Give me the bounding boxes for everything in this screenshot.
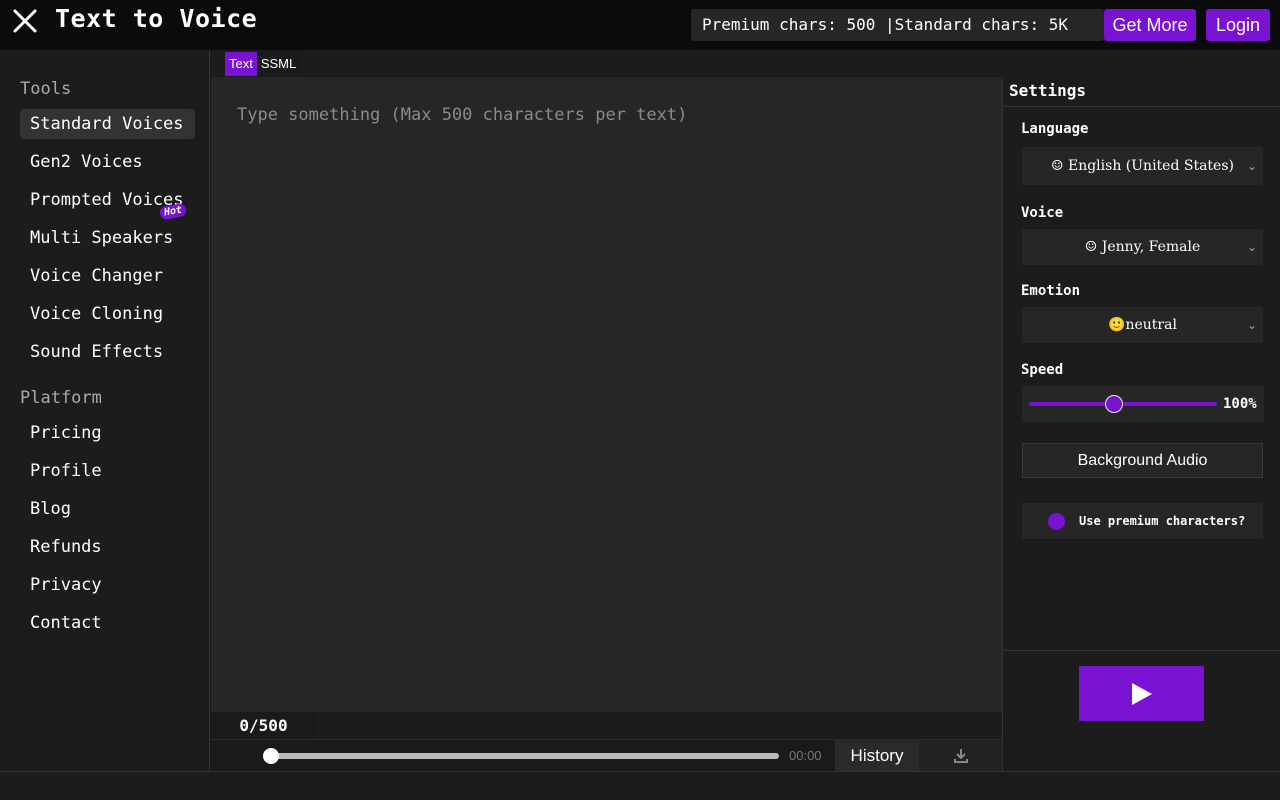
sidebar: Tools Standard Voices Gen2 Voices Prompt…: [0, 50, 210, 771]
premium-toggle-row: Use premium characters?: [1022, 503, 1263, 539]
history-button[interactable]: History: [835, 740, 919, 772]
chevron-down-icon: ⌄: [1246, 318, 1257, 332]
language-label: Language: [1021, 121, 1089, 137]
speed-slider-track[interactable]: [1029, 402, 1217, 406]
close-icon[interactable]: [12, 8, 38, 34]
speed-label: Speed: [1021, 362, 1064, 378]
premium-label: Use premium characters?: [1079, 514, 1246, 528]
platform-section-title: Platform: [20, 388, 102, 408]
settings-panel: Settings Language ☺ English (United Stat…: [1002, 77, 1280, 771]
sidebar-item-contact[interactable]: Contact: [20, 608, 102, 638]
sidebar-item-standard-voices[interactable]: Standard Voices: [20, 109, 195, 139]
voice-label: Voice: [1021, 205, 1064, 221]
sidebar-item-privacy[interactable]: Privacy: [20, 570, 102, 600]
settings-footer: [1003, 650, 1280, 771]
playback-progress-knob[interactable]: [263, 748, 279, 764]
emotion-label: Emotion: [1021, 283, 1081, 299]
header: Text to Voice Premium chars: 500 |Standa…: [0, 0, 1280, 50]
app-title: Text to Voice: [55, 4, 258, 33]
download-icon: [954, 749, 968, 763]
voice-value: ☺ Jenny, Female: [1084, 239, 1201, 255]
chevron-down-icon: ⌄: [1246, 159, 1257, 173]
emotion-value: 🙂neutral: [1108, 317, 1177, 333]
sidebar-item-multi-speakers[interactable]: Multi Speakers: [20, 223, 173, 253]
speed-value: 100%: [1223, 396, 1257, 412]
footer: [0, 771, 1280, 800]
text-input[interactable]: [211, 77, 1002, 712]
language-value: ☺ English (United States): [1050, 158, 1234, 174]
emotion-select[interactable]: 🙂neutral ⌄: [1022, 307, 1263, 343]
sidebar-item-pricing[interactable]: Pricing: [20, 418, 102, 448]
play-button[interactable]: [1079, 666, 1204, 721]
chars-info: Premium chars: 500 |Standard chars: 5K: [691, 9, 1104, 41]
chevron-down-icon: ⌄: [1246, 240, 1257, 254]
login-button[interactable]: Login: [1206, 9, 1270, 41]
tab-ssml[interactable]: SSML: [256, 52, 301, 76]
settings-title: Settings: [1003, 77, 1280, 107]
tab-text[interactable]: Text: [225, 52, 257, 76]
playback-progress-track[interactable]: [271, 753, 779, 759]
play-icon: [1132, 683, 1152, 705]
background-audio-button[interactable]: Background Audio: [1022, 443, 1263, 478]
sidebar-item-sound-effects[interactable]: Sound Effects: [20, 337, 163, 367]
voice-select[interactable]: ☺ Jenny, Female ⌄: [1022, 229, 1263, 265]
speed-control: 100%: [1022, 386, 1264, 422]
editor-area: Text SSML 0/500 00:00 History: [211, 50, 1002, 772]
language-select[interactable]: ☺ English (United States) ⌄: [1022, 147, 1263, 185]
get-more-button[interactable]: Get More: [1104, 9, 1196, 41]
playback-time: 00:00: [789, 748, 822, 763]
download-button[interactable]: [919, 740, 1002, 772]
audio-player: 00:00 History: [211, 739, 1002, 772]
sidebar-item-gen2-voices[interactable]: Gen2 Voices: [20, 147, 143, 177]
premium-toggle[interactable]: [1048, 513, 1065, 530]
sidebar-item-blog[interactable]: Blog: [20, 494, 71, 524]
char-counter: 0/500: [211, 712, 316, 739]
editor-tabs: Text SSML: [225, 52, 301, 76]
tools-section-title: Tools: [20, 79, 72, 99]
sidebar-item-refunds[interactable]: Refunds: [20, 532, 102, 562]
sidebar-item-voice-changer[interactable]: Voice Changer: [20, 261, 163, 291]
sidebar-item-voice-cloning[interactable]: Voice Cloning: [20, 299, 163, 329]
sidebar-item-profile[interactable]: Profile: [20, 456, 102, 486]
speed-slider-knob[interactable]: [1104, 395, 1123, 413]
